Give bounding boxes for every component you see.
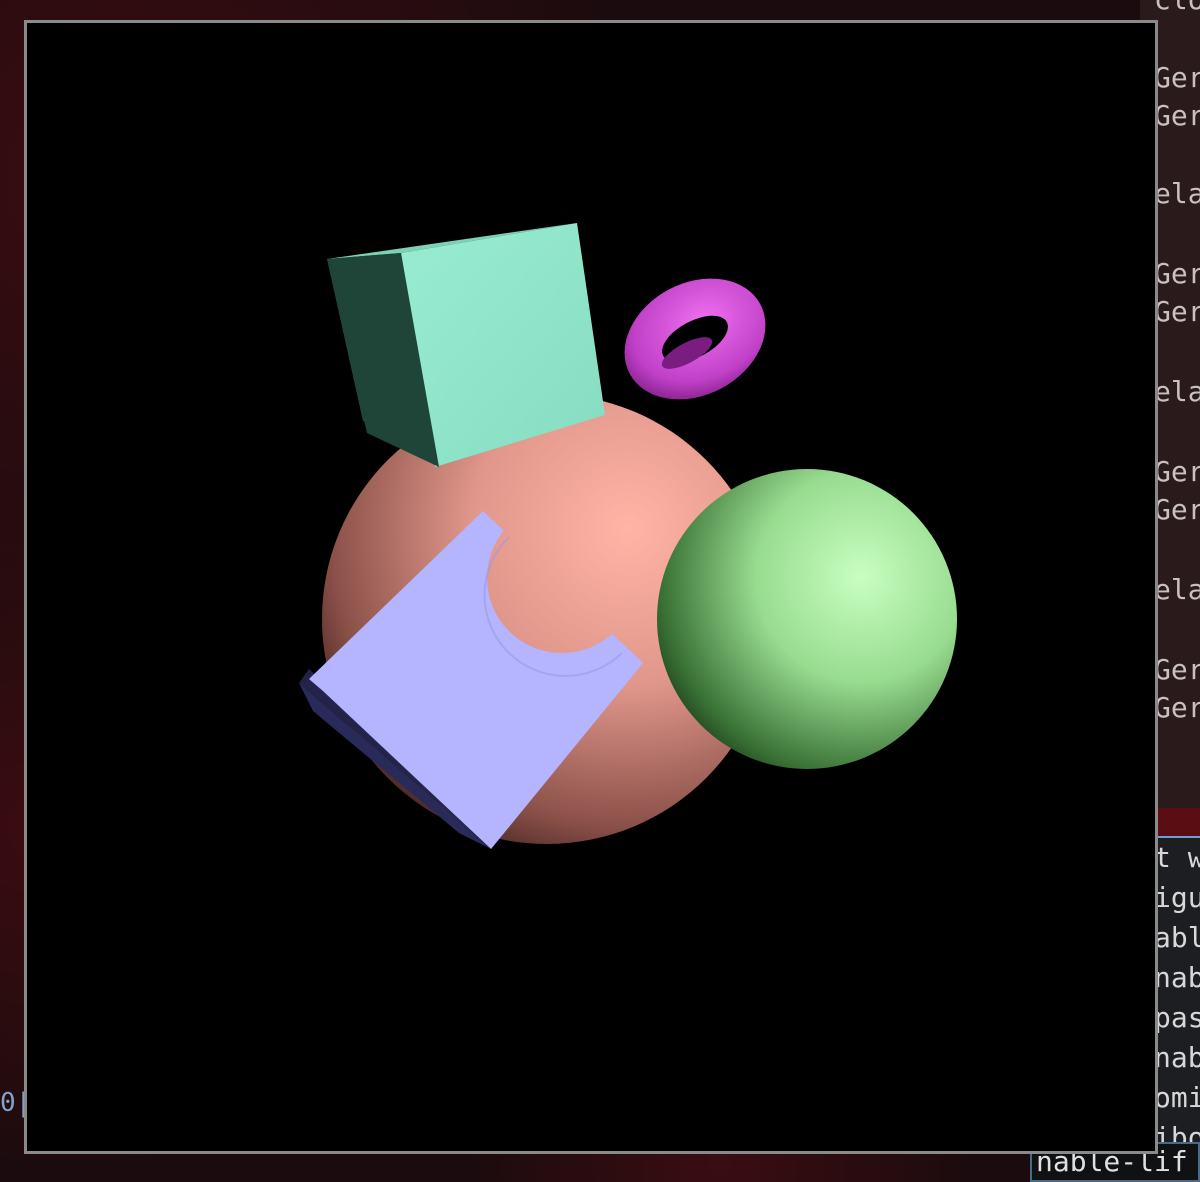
terminal-line: pas xyxy=(1154,1001,1200,1034)
terminal-line: t w xyxy=(1154,841,1200,874)
terminal-line: omi xyxy=(1154,1081,1200,1114)
terminal-line: Ger xyxy=(1154,99,1200,132)
terminal-line: igu xyxy=(1154,881,1200,914)
terminal-line: Ger xyxy=(1154,691,1200,724)
terminal-line: Ger xyxy=(1154,493,1200,526)
terminal-line: nab xyxy=(1154,1041,1200,1074)
gl-canvas[interactable] xyxy=(27,23,1155,1151)
terminal-line: Ger xyxy=(1154,653,1200,686)
terminal-line: ela xyxy=(1154,375,1200,408)
terminal-line: abl xyxy=(1154,921,1200,954)
terminal-line: ela xyxy=(1154,573,1200,606)
terminal-line: Ger xyxy=(1154,61,1200,94)
terminal-line: ela xyxy=(1154,177,1200,210)
terminal-line: Ger xyxy=(1154,455,1200,488)
terminal-divider xyxy=(1156,808,1200,838)
terminal-line: Ger xyxy=(1154,295,1200,328)
magenta-torus xyxy=(624,278,766,400)
green-sphere xyxy=(657,469,957,769)
gl-viewer-window[interactable] xyxy=(24,20,1158,1154)
terminal-line: Ger xyxy=(1154,257,1200,290)
terminal-line: clo xyxy=(1154,0,1200,16)
terminal-line: nab xyxy=(1154,961,1200,994)
